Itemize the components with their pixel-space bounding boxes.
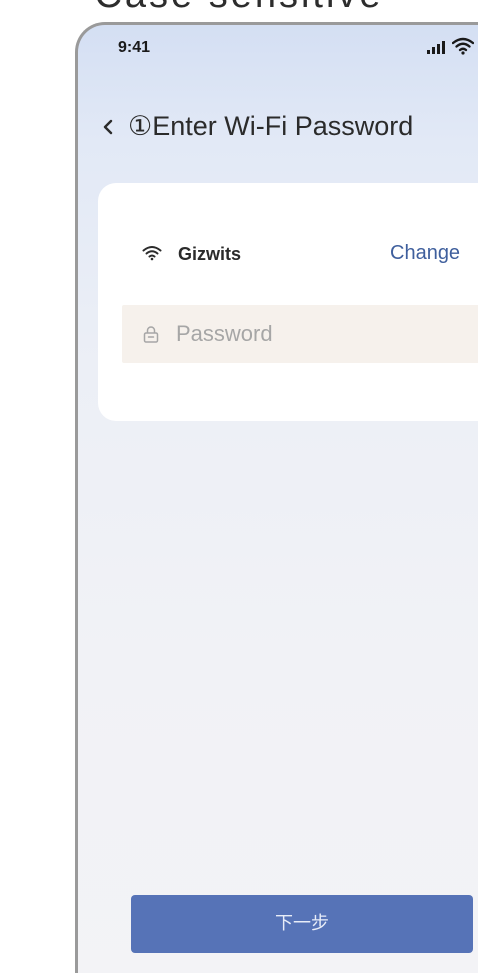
page-title: ①Enter Wi-Fi Password xyxy=(128,111,414,141)
lock-icon xyxy=(143,326,159,343)
screen: Case sensitive 9:41 xyxy=(0,0,478,973)
network-row: Gizwits Change xyxy=(98,235,478,275)
next-step-button[interactable]: 下一步 xyxy=(131,895,473,953)
wifi-settings-card: Gizwits Change xyxy=(98,183,478,421)
wifi-icon xyxy=(142,246,162,261)
status-time: 9:41 xyxy=(118,39,151,56)
chevron-left-icon xyxy=(103,119,113,135)
change-network-link[interactable]: Change xyxy=(390,242,460,265)
password-input[interactable] xyxy=(176,317,478,351)
phone-frame: 9:41 ①Enter Wi-Fi Password Gizwits Chang… xyxy=(75,22,478,973)
nav-bar: ①Enter Wi-Fi Password xyxy=(78,105,478,149)
network-name: Gizwits xyxy=(178,244,242,264)
wifi-status-icon xyxy=(452,37,474,55)
status-bar: 9:41 xyxy=(78,25,478,75)
caption-text: Case sensitive xyxy=(0,0,478,17)
status-icons xyxy=(426,37,478,57)
password-field[interactable] xyxy=(122,305,478,363)
cellular-signal-icon xyxy=(427,41,445,54)
back-button[interactable] xyxy=(98,113,118,141)
